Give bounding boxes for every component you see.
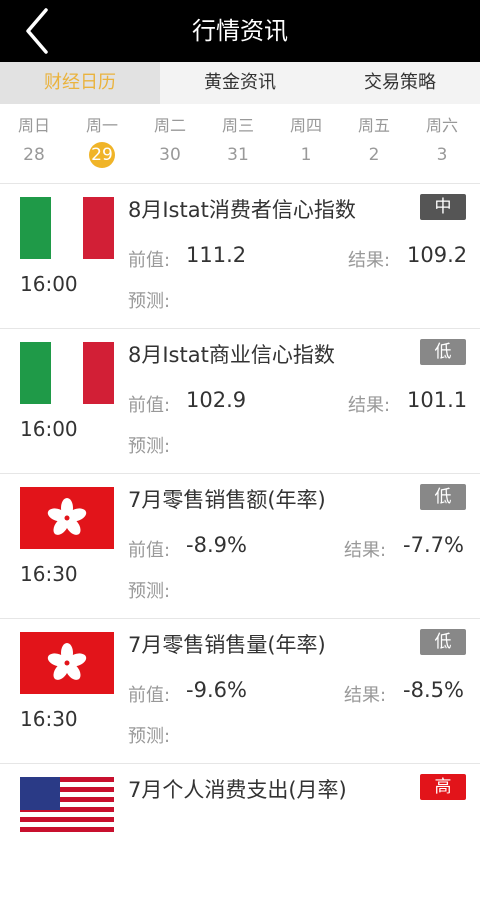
importance-badge: 低 (420, 339, 466, 365)
day-monday[interactable]: 周一 29 (68, 114, 136, 168)
event-time: 16:00 (20, 417, 78, 441)
previous-label: 前值: (128, 395, 171, 416)
result-label: 结果: (348, 250, 391, 271)
day-date-selected: 29 (89, 142, 115, 168)
event-time: 16:00 (20, 272, 78, 296)
event-name: 7月零售销售量(年率) (128, 633, 326, 657)
forecast-label: 预测: (128, 436, 171, 457)
forecast-label: 预测: (128, 291, 171, 312)
tab-economic-calendar[interactable]: 财经日历 (0, 62, 160, 104)
day-saturday[interactable]: 周六 3 (408, 114, 476, 168)
previous-label: 前值: (128, 250, 171, 271)
forecast-label: 预测: (128, 726, 171, 747)
tab-bar: 财经日历 黄金资讯 交易策略 (0, 62, 480, 104)
previous-value: -8.9% (186, 533, 247, 557)
day-date: 30 (159, 145, 181, 165)
page-title: 行情资讯 (192, 17, 288, 45)
italy-flag-icon (20, 197, 114, 259)
event-row[interactable]: 16:30 7月零售销售额(年率) 低 前值: -8.9% 结果: -7.7% … (0, 473, 480, 618)
day-name: 周五 (357, 116, 390, 135)
day-date: 31 (227, 145, 249, 165)
result-value: 101.1 (407, 388, 468, 412)
day-sunday[interactable]: 周日 28 (0, 114, 68, 168)
tab-gold-news[interactable]: 黄金资讯 (160, 62, 320, 104)
day-name: 周一 (85, 116, 118, 135)
week-selector: 周日 28 周一 29 周二 30 周三 31 周四 1 周五 2 周六 3 (0, 104, 480, 178)
day-name: 周六 (425, 116, 458, 135)
day-name: 周二 (153, 116, 186, 135)
day-date: 1 (300, 145, 312, 165)
day-name: 周日 (17, 116, 50, 135)
importance-badge: 低 (420, 629, 466, 655)
day-wednesday[interactable]: 周三 31 (204, 114, 272, 168)
result-value: 109.2 (407, 243, 468, 267)
event-row[interactable]: 16:30 7月零售销售量(年率) 低 前值: -9.6% 结果: -8.5% … (0, 618, 480, 763)
day-tuesday[interactable]: 周二 30 (136, 114, 204, 168)
day-date: 3 (436, 145, 448, 165)
event-name: 8月Istat商业信心指数 (128, 343, 335, 367)
previous-value: -9.6% (186, 678, 247, 702)
result-label: 结果: (344, 540, 387, 561)
day-name: 周三 (221, 116, 254, 135)
italy-flag-icon (20, 342, 114, 404)
tab-trading-strategy[interactable]: 交易策略 (320, 62, 480, 104)
result-label: 结果: (344, 685, 387, 706)
day-date: 28 (23, 145, 45, 165)
event-name: 8月Istat消费者信心指数 (128, 198, 356, 222)
event-row[interactable]: 16:00 8月Istat商业信心指数 低 前值: 102.9 结果: 101.… (0, 328, 480, 473)
event-time: 16:30 (20, 707, 78, 731)
event-row[interactable]: 16:00 8月Istat消费者信心指数 中 前值: 111.2 结果: 109… (0, 183, 480, 328)
day-friday[interactable]: 周五 2 (340, 114, 408, 168)
previous-value: 111.2 (186, 243, 247, 267)
event-name: 7月零售销售额(年率) (128, 488, 326, 512)
top-bar: 行情资讯 (0, 0, 480, 62)
day-date: 2 (368, 145, 380, 165)
usa-flag-icon (20, 777, 114, 839)
result-value: -7.7% (403, 533, 464, 557)
previous-label: 前值: (128, 540, 171, 561)
hong-kong-flag-icon (20, 632, 114, 694)
event-time: 16:30 (20, 562, 78, 586)
importance-badge: 中 (420, 194, 466, 220)
previous-value: 102.9 (186, 388, 247, 412)
day-thursday[interactable]: 周四 1 (272, 114, 340, 168)
day-name: 周四 (289, 116, 322, 135)
result-label: 结果: (348, 395, 391, 416)
event-row[interactable]: 7月个人消费支出(月率) 高 (0, 763, 480, 908)
forecast-label: 预测: (128, 581, 171, 602)
importance-badge: 高 (420, 774, 466, 800)
result-value: -8.5% (403, 678, 464, 702)
importance-badge: 低 (420, 484, 466, 510)
previous-label: 前值: (128, 685, 171, 706)
hong-kong-flag-icon (20, 487, 114, 549)
